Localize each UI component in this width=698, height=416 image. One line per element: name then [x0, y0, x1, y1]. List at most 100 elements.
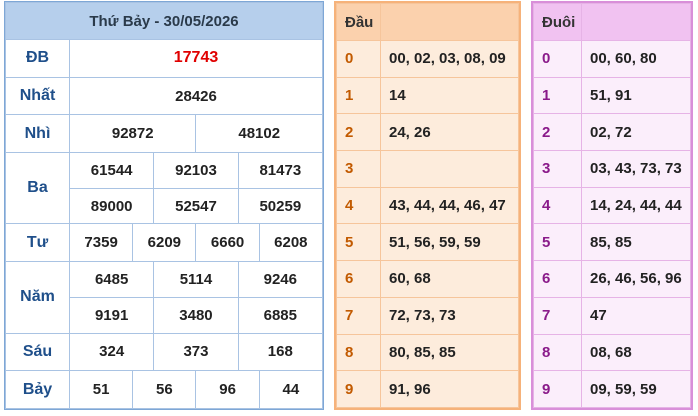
prize-value: 28426: [69, 76, 323, 116]
table-row: 8 80, 85, 85: [336, 333, 519, 372]
prize-value: 3480: [153, 296, 239, 334]
table-row: 1 14: [336, 76, 519, 115]
prize-value: 6209: [132, 223, 197, 263]
prize-value: 81473: [237, 152, 324, 189]
digit-key: 1: [533, 76, 582, 115]
prize-row-nhat: Nhất 28426: [5, 76, 323, 116]
prize-value: 89000: [68, 187, 155, 225]
table-row: 7 72, 73, 73: [336, 296, 519, 335]
prize-row-db: ĐB 17743: [5, 39, 323, 78]
table-row: 5 51, 56, 59, 59: [336, 223, 519, 262]
digit-key: 1: [336, 76, 381, 115]
prize-value: 92103: [153, 152, 239, 189]
prize-row-nhi: Nhì 92872 48102: [5, 114, 323, 154]
digit-key: 4: [336, 186, 381, 225]
prize-value: 61544: [68, 152, 155, 189]
table-row: 7 47: [533, 296, 691, 335]
prize-value: 92872: [68, 114, 197, 154]
table-row: 6 26, 46, 56, 96: [533, 260, 691, 298]
digit-values: 00, 02, 03, 08, 09: [380, 40, 519, 78]
prize-row-ba: Ba 61544 92103 81473: [5, 152, 324, 225]
digit-values: 02, 72: [581, 113, 691, 152]
digit-values: 80, 85, 85: [380, 333, 519, 372]
prize-value: 168: [237, 332, 324, 372]
table-row: 2 24, 26: [336, 113, 519, 152]
prize-row-tu: Tư 7359 6209 6660 6208: [5, 223, 324, 263]
prize-value: 96: [195, 370, 260, 409]
digit-key: 7: [336, 296, 381, 335]
tail-digit-header-blank: [581, 3, 691, 41]
prize-row-nam: Năm 6485 5114 9246: [5, 261, 324, 334]
results-title: Thứ Bảy - 30/05/2026: [5, 2, 323, 40]
prize-value: 48102: [195, 114, 323, 154]
prize-label: Tư: [5, 223, 70, 263]
prize-label: Sáu: [5, 332, 70, 372]
digit-values: 09, 59, 59: [581, 370, 691, 408]
prize-label: Nhì: [5, 114, 70, 154]
prize-value: 6885: [237, 296, 324, 334]
table-row: 0 00, 60, 80: [533, 40, 691, 78]
digit-key: 4: [533, 186, 582, 225]
head-digit-table: Đầu 0 00, 02, 03, 08, 09 1 14 2 24, 26 3 44…: [334, 1, 521, 410]
table-row: 0 00, 02, 03, 08, 09: [336, 40, 519, 78]
head-digit-header: Đầu: [336, 3, 381, 41]
results-table: Thứ Bảy - 30/05/2026 ĐB 17743 Nhất 28426…: [4, 1, 324, 410]
digit-key: 9: [533, 370, 582, 408]
prize-row-sau: Sáu 324 373 168: [5, 332, 324, 372]
prize-value: 5114: [153, 261, 239, 298]
digit-key: 8: [336, 333, 381, 372]
prize-label: Ba: [5, 152, 70, 225]
digit-key: 7: [533, 296, 582, 335]
table-row: 3 03, 43, 73, 73: [533, 150, 691, 188]
table-row: 9 09, 59, 59: [533, 370, 691, 408]
digit-values: [380, 150, 519, 188]
digit-values: 85, 85: [581, 223, 691, 262]
digit-values: 03, 43, 73, 73: [581, 150, 691, 188]
digit-values: 51, 56, 59, 59: [380, 223, 519, 262]
prize-value: 373: [153, 332, 239, 372]
tail-digit-header: Đuôi: [533, 3, 582, 41]
digit-values: 00, 60, 80: [581, 40, 691, 78]
table-row: 5 85, 85: [533, 223, 691, 262]
digit-key: 2: [336, 113, 381, 152]
digit-key: 8: [533, 333, 582, 372]
prize-label: Nhất: [5, 76, 70, 116]
digit-values: 14, 24, 44, 44: [581, 186, 691, 225]
digit-key: 6: [336, 260, 381, 298]
digit-key: 0: [533, 40, 582, 78]
prize-value: 51: [68, 370, 134, 409]
special-prize-value: 17743: [69, 39, 323, 78]
digit-key: 9: [336, 370, 381, 408]
table-row: 3: [336, 150, 519, 188]
digit-key: 5: [533, 223, 582, 262]
digit-values: 26, 46, 56, 96: [581, 260, 691, 298]
digit-key: 3: [533, 150, 582, 188]
prize-value: 52547: [153, 187, 239, 225]
prize-value: 7359: [68, 223, 134, 263]
prize-value: 6660: [195, 223, 260, 263]
digit-key: 5: [336, 223, 381, 262]
prize-value: 9246: [237, 261, 324, 298]
digit-values: 47: [581, 296, 691, 335]
table-row: 9 91, 96: [336, 370, 519, 408]
digit-values: 72, 73, 73: [380, 296, 519, 335]
prize-label: ĐB: [5, 39, 70, 78]
prize-row-bay: Bảy 51 56 96 44: [5, 370, 324, 409]
prize-value: 324: [68, 332, 155, 372]
table-row: 6 60, 68: [336, 260, 519, 298]
prize-value: 44: [258, 370, 324, 409]
digit-key: 6: [533, 260, 582, 298]
table-row: 1 51, 91: [533, 76, 691, 115]
table-row: 4 43, 44, 44, 46, 47: [336, 186, 519, 225]
digit-values: 60, 68: [380, 260, 519, 298]
digit-key: 3: [336, 150, 381, 188]
table-row: 8 08, 68: [533, 333, 691, 372]
digit-key: 2: [533, 113, 582, 152]
digit-values: 24, 26: [380, 113, 519, 152]
digit-values: 08, 68: [581, 333, 691, 372]
head-digit-header-blank: [380, 3, 519, 41]
table-row: 2 02, 72: [533, 113, 691, 152]
prize-value: 50259: [237, 187, 324, 225]
prize-value: 6485: [68, 261, 155, 298]
digit-key: 0: [336, 40, 381, 78]
